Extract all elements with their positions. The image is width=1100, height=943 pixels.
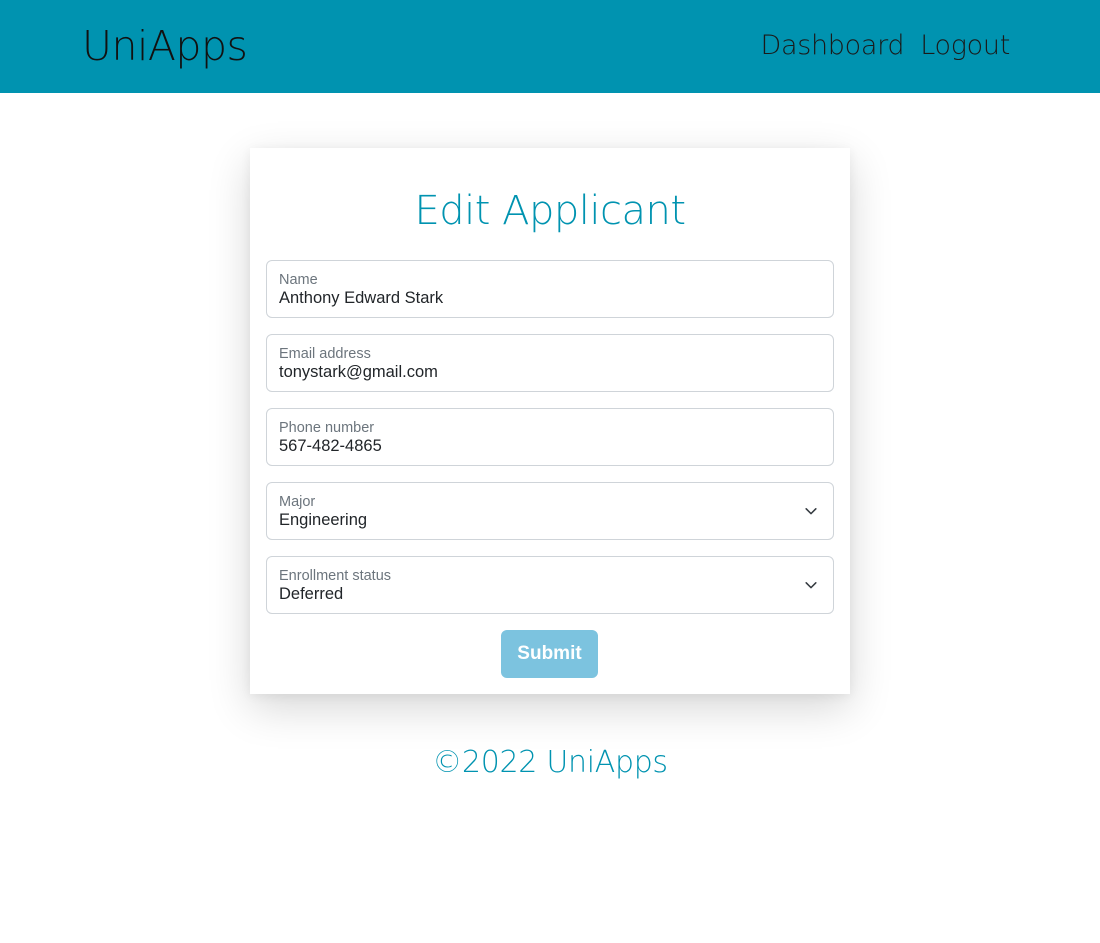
nav-dashboard-link[interactable]: Dashboard: [760, 28, 904, 64]
name-field-label: Name: [279, 272, 318, 288]
enrollment-status-select-value: Deferred: [279, 585, 344, 603]
navbar: UniApps Dashboard Logout: [0, 0, 1100, 93]
nav-logout-link[interactable]: Logout: [920, 28, 1010, 64]
submit-button[interactable]: Submit: [501, 630, 598, 678]
nav-links: Dashboard Logout: [760, 28, 1010, 64]
major-select-value: Engineering: [279, 511, 368, 529]
brand-logo-link[interactable]: UniApps: [82, 20, 248, 72]
name-input[interactable]: [279, 288, 799, 308]
footer-copyright: ©2022 UniApps: [432, 745, 668, 780]
enrollment-status-select[interactable]: Enrollment status Deferred: [266, 556, 834, 614]
email-field-label: Email address: [279, 346, 371, 362]
page-title: Edit Applicant: [414, 188, 686, 234]
phone-field[interactable]: Phone number: [266, 408, 834, 466]
edit-applicant-card: Edit Applicant Name Email address Phone …: [250, 148, 850, 694]
page: UniApps Dashboard Logout Edit Applicant …: [0, 0, 1100, 943]
chevron-down-icon: [805, 582, 817, 589]
email-field[interactable]: Email address: [266, 334, 834, 392]
major-select-label: Major: [279, 494, 316, 510]
enrollment-status-select-label: Enrollment status: [279, 568, 392, 584]
chevron-down-icon: [805, 508, 817, 515]
phone-field-label: Phone number: [279, 420, 375, 436]
phone-input[interactable]: [279, 436, 799, 456]
email-input[interactable]: [279, 362, 799, 382]
name-field[interactable]: Name: [266, 260, 834, 318]
major-select[interactable]: Major Engineering: [266, 482, 834, 540]
